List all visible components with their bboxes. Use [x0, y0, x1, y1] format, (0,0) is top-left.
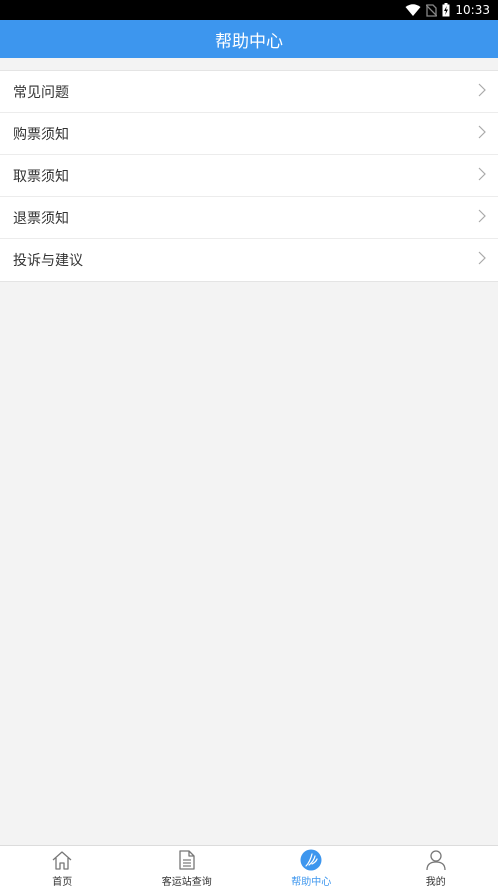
help-menu-list: 常见问题 购票须知 取票须知 退票须知 投诉与建议: [0, 70, 498, 282]
user-icon: [425, 849, 447, 871]
bottom-tab-bar: 首页 客运站查询 帮助中心 我的: [0, 845, 498, 887]
home-icon: [51, 849, 73, 871]
chevron-right-icon: [478, 209, 486, 227]
menu-item-label: 投诉与建议: [13, 253, 83, 269]
menu-item-pickup-notice[interactable]: 取票须知: [0, 155, 498, 197]
document-icon: [176, 849, 198, 871]
status-bar: 10:33: [0, 0, 498, 20]
chevron-right-icon: [478, 167, 486, 185]
tab-label: 首页: [52, 877, 73, 887]
tab-home[interactable]: 首页: [0, 846, 125, 887]
tab-help-center[interactable]: 帮助中心: [249, 846, 374, 887]
page-title: 帮助中心: [215, 31, 283, 52]
menu-item-label: 常见问题: [13, 84, 69, 101]
menu-item-label: 购票须知: [13, 126, 69, 143]
menu-item-refund-notice[interactable]: 退票须知: [0, 197, 498, 239]
help-icon: [300, 849, 322, 871]
menu-item-label: 退票须知: [13, 210, 69, 227]
no-sim-icon: [426, 3, 438, 17]
tab-label: 我的: [425, 877, 446, 887]
tab-station-search[interactable]: 客运站查询: [125, 846, 250, 887]
status-time: 10:33: [455, 3, 490, 17]
wifi-icon: [405, 3, 421, 17]
battery-charging-icon: [442, 3, 450, 17]
menu-item-complaints[interactable]: 投诉与建议: [0, 239, 498, 281]
tab-mine[interactable]: 我的: [374, 846, 498, 887]
menu-item-faq[interactable]: 常见问题: [0, 71, 498, 113]
tab-label: 帮助中心: [291, 877, 332, 887]
tab-label: 客运站查询: [161, 877, 212, 887]
title-bar: 帮助中心: [0, 20, 498, 58]
menu-item-purchase-notice[interactable]: 购票须知: [0, 113, 498, 155]
chevron-right-icon: [478, 125, 486, 143]
chevron-right-icon: [478, 251, 486, 269]
menu-item-label: 取票须知: [13, 168, 69, 185]
chevron-right-icon: [478, 83, 486, 101]
